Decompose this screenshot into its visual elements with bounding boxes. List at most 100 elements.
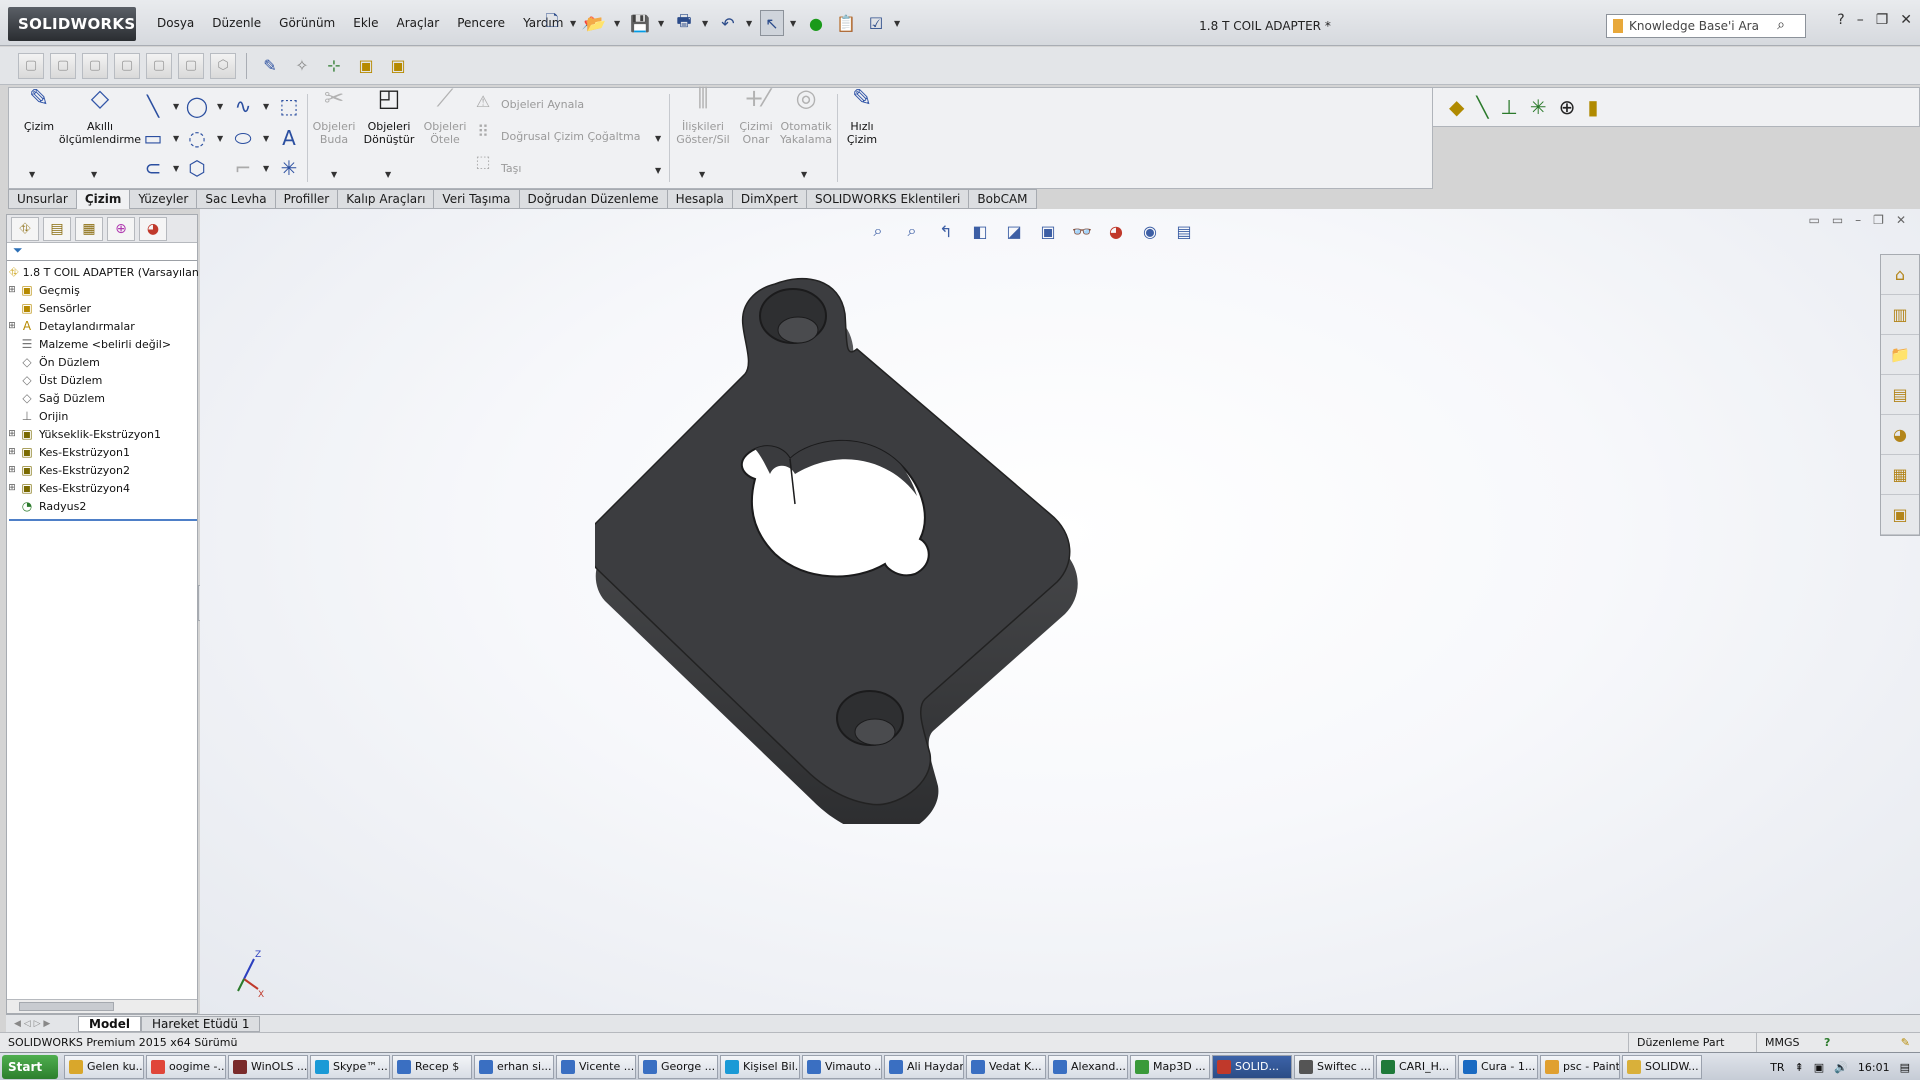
rebuild-icon[interactable]: ● xyxy=(804,10,828,36)
file-properties-icon[interactable]: 📋 xyxy=(834,10,858,36)
configuration-manager-tab-icon[interactable]: ▦ xyxy=(75,216,103,241)
circle-icon[interactable]: ◯ xyxy=(185,94,209,120)
forum-icon[interactable]: ▣ xyxy=(1881,495,1919,535)
network-icon[interactable]: ▣ xyxy=(1814,1061,1824,1074)
custom-properties-icon[interactable]: ▦ xyxy=(1881,455,1919,495)
mirror-entities-label[interactable]: Objeleri Aynala xyxy=(501,98,584,111)
apply-scene-icon[interactable]: ◉ xyxy=(1137,219,1163,243)
expand-icon[interactable]: ⊞ xyxy=(7,483,17,493)
feature-tree-tab-icon[interactable]: ⛗ xyxy=(11,216,39,241)
unit-system[interactable]: MMGS xyxy=(1756,1033,1800,1052)
hide-show-items-icon[interactable]: 👓 xyxy=(1069,219,1095,243)
chevron-down-icon[interactable]: ▼ xyxy=(699,170,705,179)
tree-item-boss-extrude1[interactable]: ⊞ ▣ Yükseklik-Ekstrüzyon1 xyxy=(7,425,197,443)
trim-entities-button[interactable]: ✂ Objeleri Buda xyxy=(309,86,359,146)
property-manager-tab-icon[interactable]: ▤ xyxy=(43,216,71,241)
taskbar-item[interactable]: Cura - 1... xyxy=(1458,1054,1538,1079)
tray-arrow-icon[interactable]: ⇞ xyxy=(1795,1061,1804,1074)
tab-hesapla[interactable]: Hesapla xyxy=(666,189,732,209)
ellipse-icon[interactable]: ⬭ xyxy=(231,126,255,152)
file-explorer-icon[interactable]: 📁 xyxy=(1881,335,1919,375)
chevron-down-icon[interactable]: ▼ xyxy=(655,134,661,143)
top-view-icon[interactable]: ▢ xyxy=(146,52,172,79)
chevron-down-icon[interactable]: ▼ xyxy=(385,170,391,179)
taskbar-item[interactable]: Ali Haydar xyxy=(884,1054,964,1079)
search-input[interactable]: Knowledge Base'i Ara ⌕ xyxy=(1606,14,1806,38)
notification-icon[interactable]: ▤ xyxy=(1900,1061,1910,1074)
design-library-icon[interactable]: ▥ xyxy=(1881,295,1919,335)
tab-unsurlar[interactable]: Unsurlar xyxy=(8,189,76,209)
chevron-down-icon[interactable]: ▼ xyxy=(655,166,661,175)
expand-icon[interactable]: ⊞ xyxy=(7,447,17,457)
search-icon[interactable]: ⌕ xyxy=(1777,17,1785,33)
taskbar-item[interactable]: WinOLS ... xyxy=(228,1054,308,1079)
tree-item-top-plane[interactable]: ◇ Üst Düzlem xyxy=(7,371,197,389)
tree-item-cut-extrude1[interactable]: ⊞ ▣ Kes-Ekstrüzyon1 xyxy=(7,443,197,461)
taskbar-item-active[interactable]: SOLID... xyxy=(1212,1054,1292,1079)
display-delete-relations-button[interactable]: ⫼ İlişkileri Göster/Sil xyxy=(673,86,733,146)
zoom-to-area-icon[interactable]: ⌕ xyxy=(899,219,925,243)
scrollbar-thumb[interactable] xyxy=(19,1002,114,1011)
tab-scroll-arrows-icon[interactable]: ◀ ◁ ▷ ▶ xyxy=(14,1019,78,1029)
chevron-down-icon[interactable]: ▼ xyxy=(331,170,337,179)
tab-yuzeyler[interactable]: Yüzeyler xyxy=(129,189,197,209)
close-icon[interactable]: ✕ xyxy=(1896,213,1906,227)
select-pointer-icon[interactable]: ↖ xyxy=(760,10,784,36)
taskbar-item[interactable]: oogime -... xyxy=(146,1054,226,1079)
solidworks-logo[interactable]: SOLIDWORKS xyxy=(8,7,136,41)
menu-ekle[interactable]: Ekle xyxy=(344,16,387,30)
coordinate-system-icon[interactable]: ⊥ xyxy=(1500,95,1517,119)
chevron-down-icon[interactable]: ▼ xyxy=(263,164,269,173)
expand-icon[interactable]: ⊞ xyxy=(7,465,17,475)
offset-entities-button[interactable]: ⟋ Objeleri Ötele xyxy=(421,86,469,146)
view-palette-icon[interactable]: ▤ xyxy=(1881,375,1919,415)
tree-item-front-plane[interactable]: ◇ Ön Düzlem xyxy=(7,353,197,371)
start-button[interactable]: Start xyxy=(2,1054,58,1079)
tree-item-cut-extrude4[interactable]: ⊞ ▣ Kes-Ekstrüzyon4 xyxy=(7,479,197,497)
expand-icon[interactable]: ⊞ xyxy=(7,285,17,295)
tree-item-right-plane[interactable]: ◇ Sağ Düzlem xyxy=(7,389,197,407)
chevron-down-icon[interactable]: ▼ xyxy=(570,10,578,36)
menu-araclar[interactable]: Araçlar xyxy=(388,16,449,30)
options-icon[interactable]: ☑ xyxy=(864,10,888,36)
back-view-icon[interactable]: ▢ xyxy=(50,52,76,79)
chevron-down-icon[interactable]: ▼ xyxy=(91,170,97,179)
rapid-sketch-button[interactable]: ✎ Hızlı Çizim xyxy=(841,86,883,146)
chevron-down-icon[interactable]: ▼ xyxy=(263,102,269,111)
spline-icon[interactable]: ∿ xyxy=(231,94,255,120)
mirror-icon[interactable]: ⚠ xyxy=(471,92,495,118)
horizontal-scrollbar[interactable] xyxy=(7,999,197,1013)
sketch-fillet-icon[interactable]: ⬚ xyxy=(277,94,301,120)
taskbar-item[interactable]: Gelen ku... xyxy=(64,1054,144,1079)
plane-icon[interactable]: ◆ xyxy=(1449,95,1464,119)
tab-dimxpert[interactable]: DimXpert xyxy=(731,189,807,209)
view-settings-icon[interactable]: ▤ xyxy=(1171,219,1197,243)
taskbar-item[interactable]: Kişisel Bil... xyxy=(720,1054,800,1079)
language-indicator[interactable]: TR xyxy=(1770,1061,1784,1074)
tab-kalip-araclari[interactable]: Kalıp Araçları xyxy=(337,189,434,209)
chevron-down-icon[interactable]: ▼ xyxy=(173,134,179,143)
rectangle-icon[interactable]: ▭ xyxy=(141,126,165,152)
rollback-bar[interactable] xyxy=(9,519,197,521)
tab-sac-levha[interactable]: Sac Levha xyxy=(196,189,275,209)
dimxpert-manager-tab-icon[interactable]: ⊕ xyxy=(107,216,135,241)
taskbar-item[interactable]: psc - Paint xyxy=(1540,1054,1620,1079)
text-icon[interactable]: A xyxy=(277,126,301,152)
taskbar-item[interactable]: Map3D ... xyxy=(1130,1054,1210,1079)
expand-icon[interactable]: ⊞ xyxy=(7,321,17,331)
convert-entities-button[interactable]: ◰ Objeleri Dönüştür xyxy=(361,86,417,146)
sketch-chamfer-icon[interactable]: ⌐ xyxy=(231,156,255,182)
move-entities-label[interactable]: Taşı xyxy=(501,162,521,175)
bottom-view-icon[interactable]: ▢ xyxy=(178,52,204,79)
sketch-edit-icon[interactable]: ✎ xyxy=(257,53,283,79)
line-icon[interactable]: ╲ xyxy=(141,94,165,120)
chevron-down-icon[interactable]: ▼ xyxy=(801,170,807,179)
point-icon[interactable]: ✳ xyxy=(277,156,301,182)
taskbar-item[interactable]: Alexand... xyxy=(1048,1054,1128,1079)
chevron-down-icon[interactable]: ▼ xyxy=(263,134,269,143)
tab-dogrudan-duzenleme[interactable]: Doğrudan Düzenleme xyxy=(518,189,667,209)
taskbar-item[interactable]: Vicente ... xyxy=(556,1054,636,1079)
graphics-area[interactable]: ⌕ ⌕ ↰ ◧ ◪ ▣ 👓 ◕ ◉ ▤ ▭ ▭ – ❐ ✕ Z X ⌂ ▥ 📁 … xyxy=(200,209,1920,1014)
arc-icon[interactable]: ◌ xyxy=(185,126,209,152)
taskbar-item[interactable]: Vedat K... xyxy=(966,1054,1046,1079)
